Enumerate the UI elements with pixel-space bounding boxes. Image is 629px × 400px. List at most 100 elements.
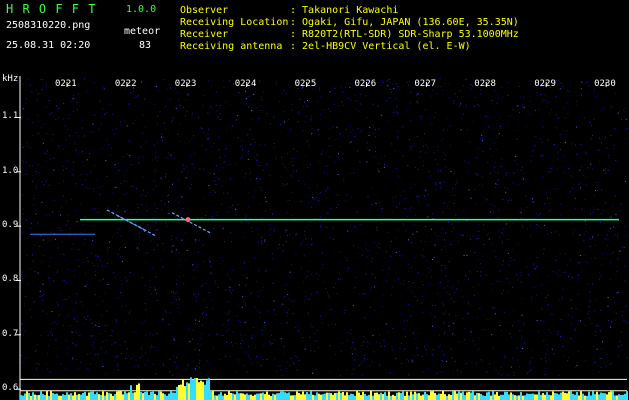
activity-bar-segment (444, 394, 446, 400)
noise-dot (117, 297, 119, 299)
noise-dot (522, 348, 524, 349)
noise-dot (571, 307, 573, 309)
noise-dot (593, 206, 595, 208)
activity-bar-segment (138, 383, 140, 400)
noise-dot (263, 169, 264, 171)
noise-dot (61, 206, 63, 208)
activity-bar-segment (280, 391, 282, 400)
noise-dot (168, 201, 169, 203)
noise-dot (161, 223, 163, 224)
noise-dot (427, 367, 429, 369)
noise-dot (43, 183, 45, 185)
noise-dot (115, 342, 117, 343)
noise-dot (235, 343, 237, 345)
noise-dot (550, 332, 552, 334)
noise-dot (232, 125, 233, 127)
noise-dot (497, 172, 499, 174)
noise-dot (238, 284, 240, 286)
noise-dot (509, 239, 511, 241)
noise-dot (494, 171, 496, 173)
noise-dot (495, 369, 497, 371)
activity-bar-segment (428, 395, 430, 400)
activity-bar-segment (40, 391, 42, 400)
noise-dot (493, 142, 495, 144)
noise-dot (556, 169, 558, 171)
noise-dot (38, 172, 40, 174)
noise-dot (556, 273, 558, 275)
noise-dot (41, 127, 43, 129)
noise-dot (43, 152, 45, 154)
noise-dot (427, 216, 429, 218)
noise-dot (443, 239, 445, 241)
noise-dot (444, 246, 446, 247)
noise-dot (422, 145, 424, 147)
noise-dot (269, 234, 271, 236)
noise-dot (356, 100, 358, 102)
noise-dot (308, 313, 309, 315)
noise-dot (390, 255, 392, 257)
noise-dot (385, 251, 387, 253)
noise-dot (292, 313, 294, 315)
noise-dot (572, 188, 574, 190)
noise-dot (317, 200, 319, 201)
noise-dot (451, 223, 453, 225)
noise-dot (52, 157, 54, 159)
noise-dot (187, 94, 189, 96)
noise-dot (396, 105, 398, 107)
activity-bar-segment (222, 395, 224, 400)
noise-dot (417, 168, 419, 170)
activity-bar-segment (386, 395, 388, 400)
noise-dot (218, 136, 220, 138)
noise-dot (531, 300, 533, 302)
noise-dot (201, 333, 203, 335)
activity-bar-segment (180, 384, 182, 400)
noise-dot (530, 369, 532, 371)
noise-dot (555, 96, 557, 98)
noise-dot (100, 123, 102, 125)
noise-dot (576, 153, 578, 155)
noise-dot (262, 286, 264, 288)
noise-dot (215, 215, 217, 217)
noise-dot (228, 311, 230, 313)
activity-bar-segment (614, 395, 616, 400)
noise-dot (128, 312, 130, 314)
noise-dot (154, 211, 156, 213)
activity-bar-segment (576, 392, 578, 400)
activity-bar-segment (574, 394, 576, 400)
activity-bar-segment (590, 395, 592, 400)
noise-dot (477, 260, 479, 262)
noise-dot (392, 83, 394, 85)
noise-dot (286, 183, 288, 185)
noise-dot (527, 274, 529, 276)
noise-dot (479, 263, 481, 265)
noise-dot (583, 239, 585, 241)
noise-dot (585, 82, 587, 84)
noise-dot (600, 275, 602, 277)
noise-dot (393, 111, 395, 113)
noise-dot (607, 305, 609, 307)
activity-bar-segment (322, 394, 324, 400)
noise-dot (321, 252, 323, 254)
noise-dot (531, 297, 533, 299)
noise-dot (225, 289, 227, 291)
noise-dot (130, 228, 132, 230)
noise-dot (557, 333, 559, 335)
noise-dot (243, 365, 245, 367)
noise-dot (520, 274, 522, 276)
noise-dot (492, 347, 494, 349)
noise-dot (276, 322, 278, 324)
noise-dot (475, 238, 477, 240)
noise-dot (118, 170, 120, 171)
noise-dot (193, 269, 195, 271)
noise-dot (50, 331, 52, 333)
noise-dot (434, 304, 436, 306)
noise-dot (144, 98, 146, 100)
noise-dot (159, 111, 161, 113)
noise-dot (339, 262, 341, 263)
noise-dot (155, 151, 157, 153)
noise-dot (244, 303, 246, 305)
noise-dot (85, 91, 87, 93)
noise-dot (617, 291, 619, 293)
noise-dot (338, 251, 340, 253)
noise-dot (384, 155, 385, 157)
